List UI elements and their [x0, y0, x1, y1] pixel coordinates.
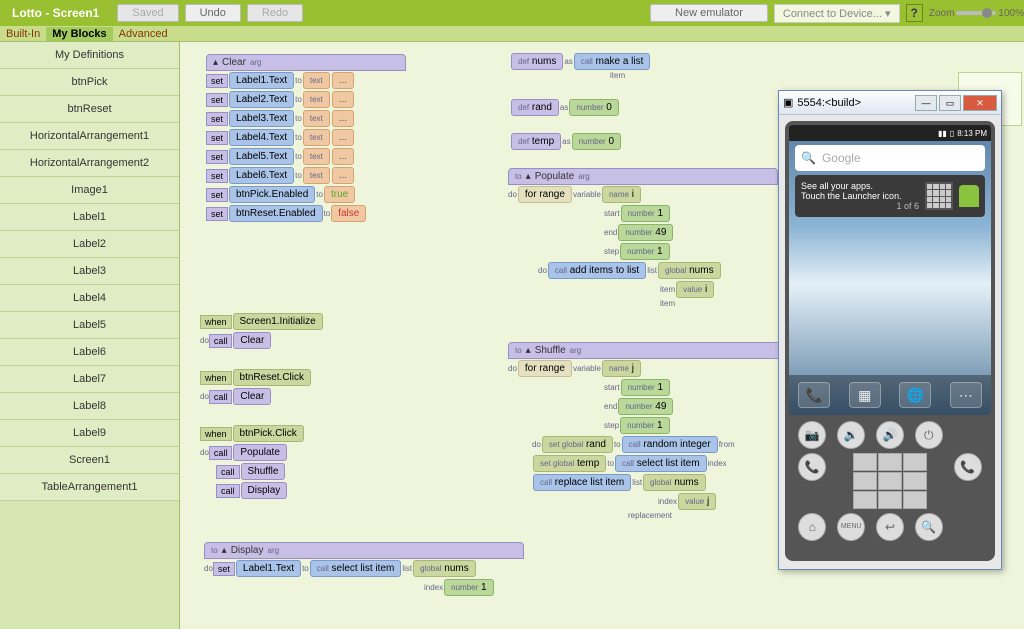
google-search-widget[interactable]: 🔍 Google [795, 145, 985, 171]
palette-item[interactable]: Label5 [0, 312, 179, 339]
emulator-titlebar[interactable]: ▣ 5554:<build> — ▭ ✕ [779, 91, 1001, 115]
search-placeholder: Google [822, 151, 861, 165]
volume-up-icon[interactable]: 🔊 [876, 421, 904, 449]
palette-item[interactable]: Label8 [0, 393, 179, 420]
android-emulator-window[interactable]: ▣ 5554:<build> — ▭ ✕ ▮▮ ▯ 8:13 PM 🔍 Goog… [778, 90, 1002, 570]
apps-hint-card[interactable]: See all your apps. Touch the Launcher ic… [795, 175, 985, 217]
block-clear[interactable]: ▴Cleararg setLabel1.Texttotext...setLabe… [206, 54, 406, 223]
dpad-down[interactable] [878, 491, 902, 509]
signal-icon: ▮▮ [938, 129, 947, 138]
dpad-up[interactable] [878, 453, 902, 471]
phone-screen[interactable]: ▮▮ ▯ 8:13 PM 🔍 Google See all your apps.… [789, 125, 991, 415]
launcher-grid-icon [925, 182, 953, 210]
search-hw-icon[interactable]: 🔍 [915, 513, 943, 541]
palette-item[interactable]: Label9 [0, 420, 179, 447]
block-def-temp[interactable]: def temp as number 0 [510, 132, 622, 151]
dpad-right[interactable] [903, 472, 927, 490]
phone-dock: 📞 ▦ 🌐 ⋯ [789, 375, 991, 415]
connect-device-dropdown[interactable]: Connect to Device... ▾ [774, 4, 900, 23]
battery-icon: ▯ [950, 129, 954, 138]
hint-subtitle: Touch the Launcher icon. [801, 191, 919, 201]
apps-icon[interactable]: ▦ [849, 382, 881, 408]
status-bar: ▮▮ ▯ 8:13 PM [789, 125, 991, 141]
hint-page: 1 of 6 [801, 201, 919, 211]
palette-item[interactable]: HorizontalArrangement2 [0, 150, 179, 177]
palette-item[interactable]: Image1 [0, 177, 179, 204]
palette-item[interactable]: Label4 [0, 285, 179, 312]
hangup-icon[interactable]: 📞 [954, 453, 982, 481]
home-icon[interactable]: ⌂ [798, 513, 826, 541]
new-emulator-button[interactable]: New emulator [650, 4, 768, 22]
category-tabs: Built-In My Blocks Advanced [0, 26, 1024, 42]
dpad-center[interactable] [878, 472, 902, 490]
block-screen-initialize[interactable]: whenScreen1.Initialize docallClear [200, 312, 324, 350]
volume-down-icon[interactable]: 🔉 [837, 421, 865, 449]
zoom-control[interactable]: Zoom 100% [929, 8, 1024, 19]
dpad[interactable] [853, 453, 927, 509]
palette-item[interactable]: TableArrangement1 [0, 474, 179, 501]
palette-item[interactable]: Screen1 [0, 447, 179, 474]
search-icon: 🔍 [801, 151, 816, 165]
block-display[interactable]: to▴Displayarg doset Label1.Textto call s… [204, 542, 524, 597]
palette-item[interactable]: Label1 [0, 204, 179, 231]
clock: 8:13 PM [957, 129, 987, 138]
hint-title: See all your apps. [801, 181, 919, 191]
browser-icon[interactable]: 🌐 [899, 382, 931, 408]
tab-advanced[interactable]: Advanced [113, 27, 174, 41]
block-shuffle[interactable]: to▴Shufflearg dofor range variablename j… [508, 342, 788, 520]
palette-item[interactable]: Label7 [0, 366, 179, 393]
block-populate[interactable]: to▴Populatearg dofor range variablename … [508, 168, 778, 308]
android-icon [959, 185, 979, 207]
dpad-left[interactable] [853, 472, 877, 490]
block-btnpick-click[interactable]: whenbtnPick.Click docallPopulate callShu… [200, 424, 305, 500]
back-icon[interactable]: ↩ [876, 513, 904, 541]
project-title: Lotto - Screen1 [0, 6, 111, 20]
help-button[interactable]: ? [906, 4, 923, 22]
phone-icon[interactable]: 📞 [798, 382, 830, 408]
emulator-title: 5554:<build> [797, 97, 861, 109]
block-def-nums[interactable]: def nums as call make a list item [510, 52, 651, 80]
block-def-rand[interactable]: def rand as number 0 [510, 98, 620, 117]
block-btnreset-click[interactable]: whenbtnReset.Click docallClear [200, 368, 312, 406]
power-icon[interactable]: ⏻ [915, 421, 943, 449]
palette-item[interactable]: Label6 [0, 339, 179, 366]
palette-item[interactable]: My Definitions [0, 42, 179, 69]
palette-item[interactable]: btnReset [0, 96, 179, 123]
maximize-button[interactable]: ▭ [939, 95, 961, 111]
menu-button[interactable]: MENU [837, 513, 865, 541]
tab-built-in[interactable]: Built-In [0, 27, 46, 41]
palette-item[interactable]: Label3 [0, 258, 179, 285]
hardware-buttons: 📷 🔉 🔊 ⏻ 📞 📞 ⌂ MENU ↩ 🔍 [789, 415, 991, 547]
palette-item[interactable]: HorizontalArrangement1 [0, 123, 179, 150]
more-icon[interactable]: ⋯ [950, 382, 982, 408]
component-palette: My Definitions btnPick btnReset Horizont… [0, 42, 180, 629]
minimize-button[interactable]: — [915, 95, 937, 111]
window-icon: ▣ [783, 96, 793, 109]
close-button[interactable]: ✕ [963, 95, 997, 111]
tab-my-blocks[interactable]: My Blocks [46, 27, 112, 41]
palette-item[interactable]: Label2 [0, 231, 179, 258]
redo-button: Redo [247, 4, 303, 22]
palette-item[interactable]: btnPick [0, 69, 179, 96]
call-icon[interactable]: 📞 [798, 453, 826, 481]
saved-button: Saved [117, 4, 178, 22]
camera-icon[interactable]: 📷 [798, 421, 826, 449]
undo-button[interactable]: Undo [185, 4, 241, 22]
phone-frame: ▮▮ ▯ 8:13 PM 🔍 Google See all your apps.… [785, 121, 995, 561]
top-toolbar: Lotto - Screen1 Saved Undo Redo New emul… [0, 0, 1024, 26]
